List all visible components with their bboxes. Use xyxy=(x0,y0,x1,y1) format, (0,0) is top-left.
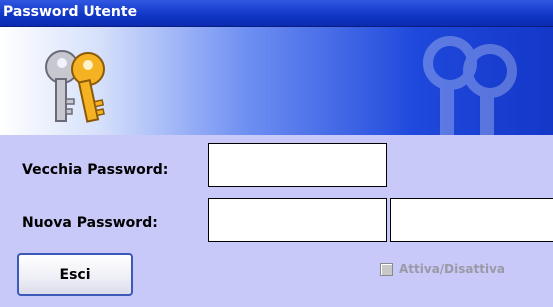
old-password-label: Vecchia Password: xyxy=(22,162,169,178)
keys-icon xyxy=(45,50,105,123)
password-dialog: Password Utente Vecchia Password: Nuova … xyxy=(0,0,553,307)
new-password-label: Nuova Password: xyxy=(22,215,158,231)
toggle-checkbox[interactable] xyxy=(380,262,393,276)
keys-watermark-icon xyxy=(423,36,517,135)
new-password-field[interactable] xyxy=(208,198,387,242)
confirm-password-field[interactable] xyxy=(390,198,553,242)
title-bar[interactable]: Password Utente xyxy=(0,0,553,27)
toggle-label: Attiva/Disattiva xyxy=(399,262,505,276)
window-title: Password Utente xyxy=(3,4,138,20)
activate-toggle[interactable]: Attiva/Disattiva xyxy=(380,258,505,280)
header-banner xyxy=(0,27,553,135)
exit-button[interactable]: Esci xyxy=(17,253,133,296)
old-password-field[interactable] xyxy=(208,143,387,187)
